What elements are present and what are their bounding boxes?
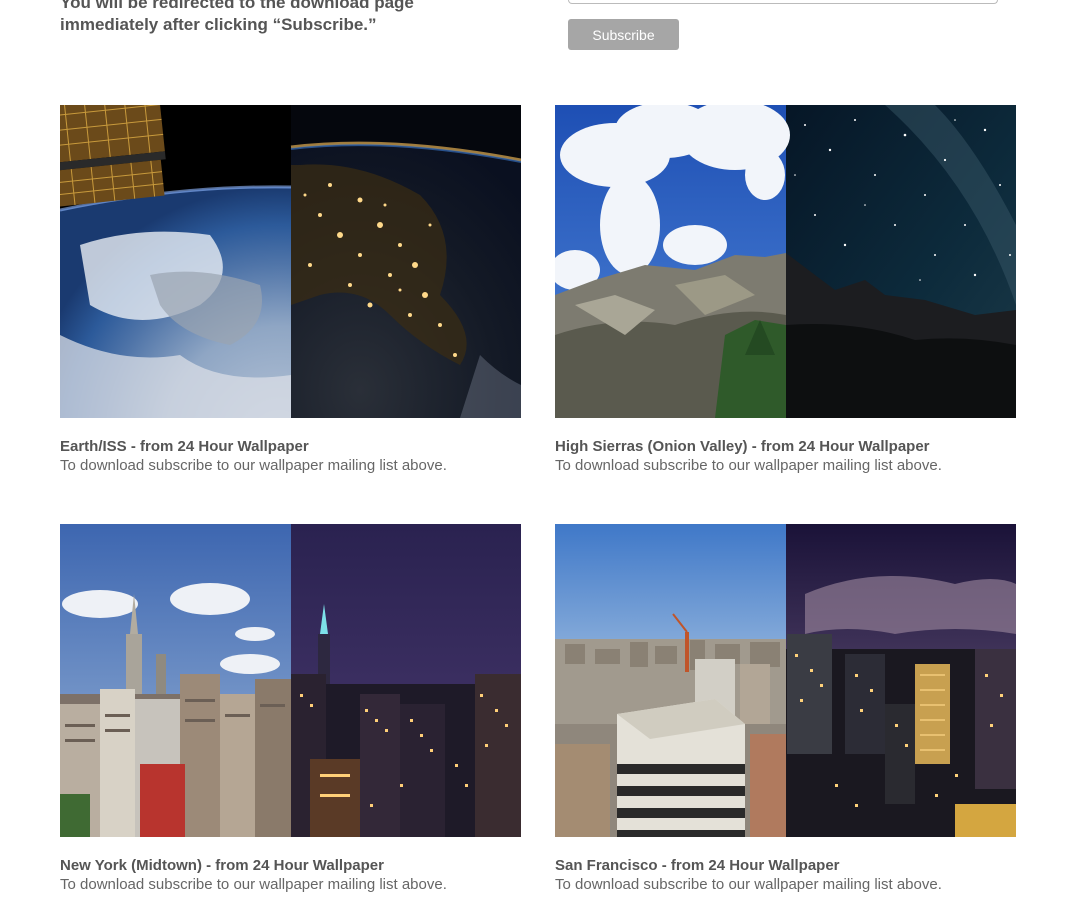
wallpaper-card: Earth/ISS - from 24 Hour Wallpaper To do… [60,105,521,475]
subscribe-intro: You will be redirected to the download p… [60,0,500,36]
email-field[interactable] [568,0,998,4]
wallpaper-description: To download subscribe to our wallpaper m… [555,876,942,893]
wallpaper-card: New York (Midtown) - from 24 Hour Wallpa… [60,524,521,894]
wallpaper-title: San Francisco - from 24 Hour Wallpaper [555,857,840,874]
subscribe-intro-line-1: You will be redirected to the download p… [60,0,414,12]
wallpaper-card: San Francisco - from 24 Hour Wallpaper T… [555,524,1016,894]
new-york-day-night-image[interactable] [60,524,521,837]
wallpaper-description: To download subscribe to our wallpaper m… [60,457,447,474]
page: You will be redirected to the download p… [0,0,1076,907]
subscribe-button[interactable]: Subscribe [568,19,679,50]
wallpaper-title: Earth/ISS - from 24 Hour Wallpaper [60,438,309,455]
subscribe-intro-line-2: immediately after clicking “Subscribe.” [60,15,377,34]
wallpaper-description: To download subscribe to our wallpaper m… [555,457,942,474]
high-sierras-day-night-image[interactable] [555,105,1016,418]
earth-iss-day-night-image[interactable] [60,105,521,418]
wallpaper-title: New York (Midtown) - from 24 Hour Wallpa… [60,857,384,874]
san-francisco-day-night-image[interactable] [555,524,1016,837]
wallpaper-description: To download subscribe to our wallpaper m… [60,876,447,893]
wallpaper-title: High Sierras (Onion Valley) - from 24 Ho… [555,438,930,455]
wallpaper-card: High Sierras (Onion Valley) - from 24 Ho… [555,105,1016,475]
